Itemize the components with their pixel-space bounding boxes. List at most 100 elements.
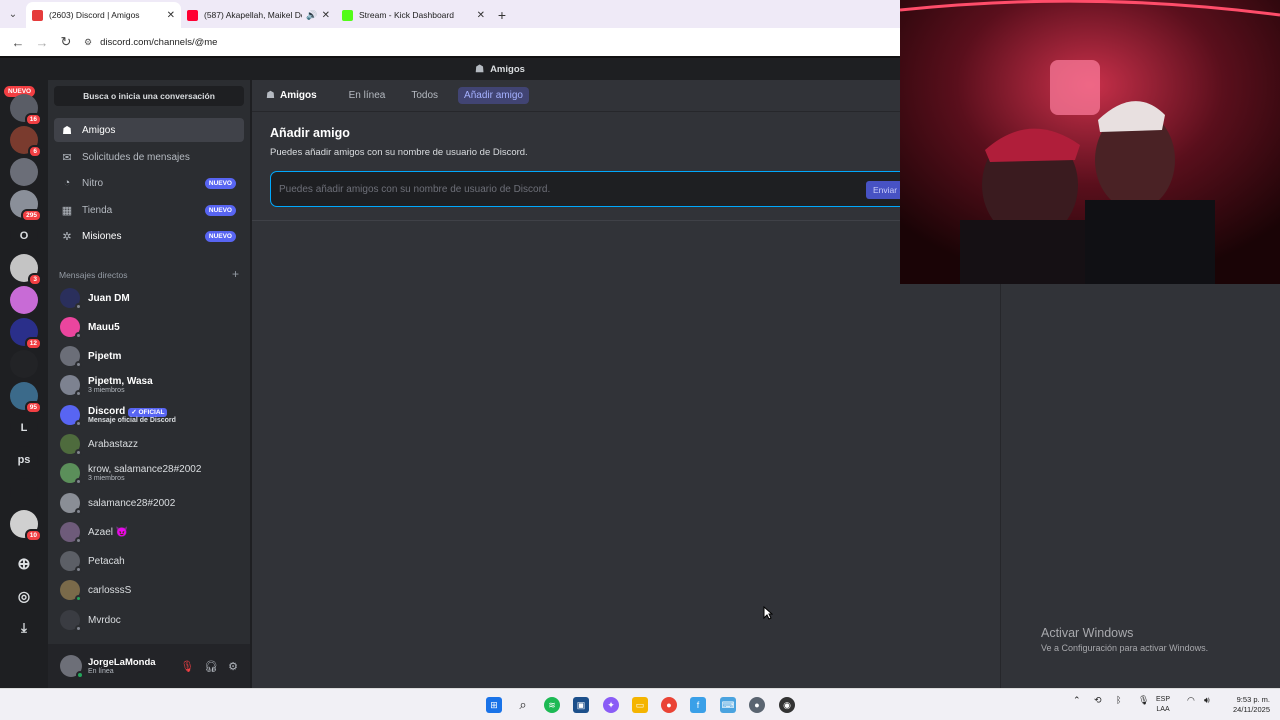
keyboard-app-icon[interactable]: ⌨ [720, 697, 736, 713]
server-icon[interactable]: 12 [10, 318, 42, 350]
tab-search-chevron-icon[interactable]: ⌄ [0, 0, 26, 28]
dm-item[interactable]: Pipetm [54, 342, 244, 370]
tab-all[interactable]: Todos [405, 87, 444, 104]
server-icon[interactable]: 95 [10, 382, 42, 414]
server-icon[interactable]: 6 [10, 126, 42, 158]
browser-tabbar: ⌄ (2603) Discord | Amigos ✕ (587) Akapel… [0, 0, 900, 28]
dm-item[interactable]: Juan DM [54, 284, 244, 312]
close-icon[interactable]: ✕ [167, 10, 175, 21]
server-initials: ps [17, 454, 31, 466]
nav-item-label: Nitro [82, 177, 104, 189]
dm-name: Arabastazz [88, 439, 138, 450]
sync-icon[interactable]: ⟲ [1094, 695, 1102, 706]
avatar [60, 551, 82, 573]
server-icon[interactable]: O [10, 222, 38, 250]
dm-item[interactable]: Mauu5 [54, 313, 244, 341]
quests-icon: ✲ [62, 230, 72, 243]
volume-icon[interactable]: 🔊︎ [1204, 695, 1210, 706]
browser-tab-discord[interactable]: (2603) Discord | Amigos ✕ [26, 2, 181, 28]
server-icon[interactable]: 16 [10, 94, 42, 126]
nav-item-shop[interactable]: ▦ Tienda NUEVO [54, 198, 244, 222]
server-initials: L [20, 422, 28, 434]
dm-item[interactable]: Arabastazz [54, 430, 244, 458]
clock-time: 9:53 p. m. [1236, 695, 1270, 704]
nav-item-nitro[interactable]: ◔ Nitro NUEVO [54, 171, 244, 195]
nav-item-label: Solicitudes de mensajes [82, 151, 190, 163]
username-input[interactable] [279, 183, 909, 195]
mention-badge: 16 [24, 113, 42, 126]
reload-icon[interactable]: ↻ [54, 30, 78, 54]
server-icon[interactable]: L [10, 414, 38, 442]
dm-item[interactable]: salamance28#2002 [54, 489, 244, 517]
windows-start-icon[interactable]: ⊞ [486, 697, 502, 713]
new-tab-button[interactable]: + [491, 2, 513, 28]
browser-tab-kick[interactable]: Stream - Kick Dashboard ✕ [336, 2, 491, 28]
new-badge: NUEVO [204, 230, 236, 242]
forward-arrow-icon[interactable]: → [30, 30, 54, 54]
chrome-profile-icon[interactable]: ● [749, 697, 765, 713]
server-icon[interactable]: 3 [10, 254, 42, 286]
back-arrow-icon[interactable]: ← [6, 30, 30, 54]
tab-add-friend[interactable]: Añadir amigo [458, 87, 529, 104]
status-dot-icon [75, 390, 82, 397]
dm-name: krow, salamance28#2002 [88, 464, 201, 475]
mail-icon: ✉ [62, 151, 72, 164]
language-indicator[interactable]: ESP LAA [1156, 695, 1170, 715]
server-icon[interactable] [10, 478, 38, 506]
server-icon[interactable]: ps [10, 446, 38, 474]
obs-icon[interactable]: ◉ [779, 697, 795, 713]
server-rail: NUEVO 16 6 295 O 3 12 95 Lps 10 ⊕ ◎ ⤓ [0, 80, 48, 688]
clock[interactable]: 9:53 p. m. 24/11/2025 [1222, 695, 1270, 715]
avatar [60, 522, 82, 544]
chevron-up-icon[interactable]: ⌃ [1073, 695, 1081, 706]
tab-label: (587) Akapellah, Maikel Del [204, 10, 303, 20]
tab-label: Stream - Kick Dashboard [359, 10, 454, 20]
dm-item[interactable]: Discord ✓ OFICIAL Mensaje oficial de Disco… [54, 401, 244, 429]
spotify-icon[interactable]: ≋ [544, 697, 560, 713]
search-conversation-button[interactable]: Busca o inicia una conversación [54, 86, 244, 106]
server-icon[interactable] [10, 158, 38, 186]
mention-badge: 6 [28, 145, 42, 158]
avatar[interactable] [60, 655, 84, 679]
app-icon[interactable]: f [690, 697, 706, 713]
microphone-icon[interactable]: 🎙︎ [1138, 695, 1149, 706]
dm-item[interactable]: krow, salamance28#2002 3 miembros [54, 459, 244, 487]
chrome-icon[interactable]: ● [661, 697, 677, 713]
browser-tab-youtube[interactable]: (587) Akapellah, Maikel Del 🔊 ✕ [181, 2, 336, 28]
headphones-icon[interactable]: 🎧︎ [204, 660, 218, 673]
status-dot-icon [75, 303, 82, 310]
search-icon[interactable]: ⌕ [515, 697, 531, 713]
server-icon[interactable] [10, 350, 38, 378]
download-icon[interactable]: ⤓ [10, 614, 38, 642]
site-info-icon[interactable]: ⚙ [84, 37, 92, 48]
dm-item[interactable]: Mvrdoc [54, 606, 244, 634]
gear-icon[interactable]: ⚙ [228, 660, 238, 673]
server-icon[interactable]: 295 [10, 190, 42, 222]
file-explorer-icon[interactable]: ▭ [632, 697, 648, 713]
copilot-icon[interactable]: ✦ [603, 697, 619, 713]
server-icon[interactable]: 10 [10, 510, 42, 542]
speaker-icon[interactable]: 🔊 [306, 10, 317, 21]
nav-item-friends[interactable]: ☗ Amigos [54, 118, 244, 142]
dm-item[interactable]: carlosssS [54, 576, 244, 604]
url-field[interactable]: ⚙ discord.com/channels/@me [84, 31, 900, 53]
close-icon[interactable]: ✕ [477, 10, 485, 21]
wifi-icon[interactable]: ◠ [1187, 695, 1195, 706]
explore-compass-icon[interactable]: ◎ [10, 582, 38, 610]
nav-item-quests[interactable]: ✲ Misiones NUEVO [54, 224, 244, 248]
dm-item[interactable]: Azael 😈 [54, 518, 244, 546]
microphone-muted-icon[interactable]: 🎙︎ [180, 660, 194, 673]
nav-item-message-requests[interactable]: ✉ Solicitudes de mensajes [54, 145, 244, 169]
dm-name: Discord ✓ OFICIAL [88, 406, 176, 417]
dm-name-text: Juan DM [88, 292, 130, 304]
create-dm-plus-icon[interactable]: + [232, 267, 239, 281]
close-icon[interactable]: ✕ [322, 10, 330, 21]
bluetooth-icon[interactable]: ᛒ [1116, 695, 1121, 705]
dm-item[interactable]: Pipetm, Wasa 3 miembros [54, 371, 244, 399]
add-server-icon[interactable]: ⊕ [10, 550, 38, 578]
add-friend-description: Puedes añadir amigos con su nombre de us… [270, 147, 528, 158]
dm-item[interactable]: Petacah [54, 547, 244, 575]
server-icon[interactable] [10, 286, 38, 314]
store-icon[interactable]: ▣ [573, 697, 589, 713]
tab-online[interactable]: En línea [343, 87, 392, 104]
